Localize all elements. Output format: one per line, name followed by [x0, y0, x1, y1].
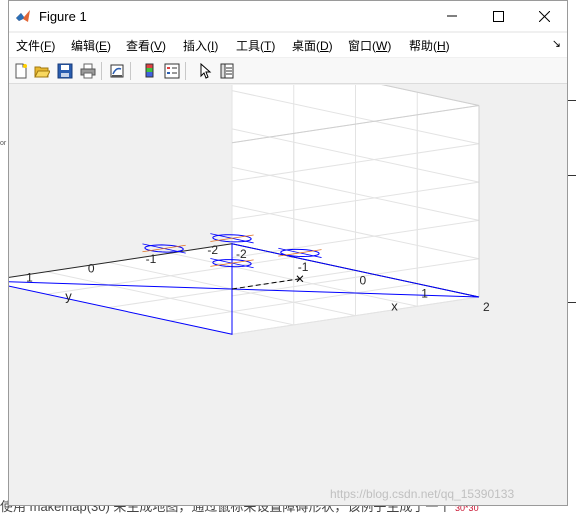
figure-toolbar	[9, 58, 567, 84]
title-bar[interactable]: Figure 1	[9, 1, 567, 31]
print-icon	[80, 63, 96, 79]
y-tick-label: -2	[207, 243, 218, 257]
property-inspector-icon	[220, 63, 234, 79]
save-button[interactable]	[55, 61, 75, 81]
maximize-button[interactable]	[475, 1, 521, 31]
print-button[interactable]	[78, 61, 98, 81]
x-tick-label: 2	[483, 300, 490, 314]
new-figure-icon	[15, 63, 27, 79]
menu-bar: 文件(F) 编辑(E) 查看(V) 插入(I) 工具(T) 桌面(D) 窗口(W…	[9, 33, 567, 57]
x-tick-label: 0	[360, 273, 367, 287]
y-tick-label: 0	[88, 261, 95, 275]
insert-colorbar-button[interactable]	[140, 61, 160, 81]
link-plot-button[interactable]	[107, 61, 127, 81]
property-inspector-button[interactable]	[217, 61, 237, 81]
minimize-icon	[447, 15, 457, 17]
background-left-fragment: or	[0, 140, 7, 147]
menu-tools[interactable]: 工具(T)	[236, 37, 275, 54]
menu-edit[interactable]: 编辑(E)	[71, 37, 111, 54]
menu-file[interactable]: 文件(F)	[16, 37, 55, 54]
new-figure-button[interactable]	[11, 61, 31, 81]
menu-help[interactable]: 帮助(H)	[409, 37, 450, 54]
csdn-watermark: https://blog.csdn.net/qq_15390133	[330, 487, 515, 501]
x-tick-label: 1	[421, 287, 428, 301]
edit-plot-arrow-icon	[200, 63, 212, 79]
minimize-button[interactable]	[429, 1, 475, 31]
menu-view[interactable]: 查看(V)	[126, 37, 166, 54]
background-right-edge	[568, 40, 576, 440]
menu-insert[interactable]: 插入(I)	[183, 37, 218, 54]
open-file-icon	[34, 66, 50, 78]
matlab-logo-icon	[16, 10, 30, 22]
x-tick-label: -1	[298, 260, 309, 274]
toolbar-separator	[185, 62, 186, 80]
y-tick-label: 1	[26, 271, 33, 285]
close-icon	[538, 10, 550, 22]
figure-window: Figure 1 文件(F) 编辑(E) 查看(V) 插入(I) 工具(T) 桌…	[8, 0, 568, 506]
menu-desktop[interactable]: 桌面(D)	[292, 37, 333, 54]
link-plot-icon	[110, 64, 124, 78]
insert-colorbar-icon	[145, 63, 154, 78]
maximize-icon	[492, 10, 504, 22]
menu-window[interactable]: 窗口(W)	[348, 37, 391, 54]
y-axis-label: y	[65, 288, 72, 303]
save-icon	[57, 63, 73, 79]
toolbar-separator	[130, 62, 131, 80]
x-axis-label: x	[391, 298, 398, 313]
insert-legend-button[interactable]	[162, 61, 182, 81]
close-button[interactable]	[521, 1, 567, 31]
x-tick-label: -2	[236, 247, 247, 261]
dock-figure-icon[interactable]: ↘	[552, 37, 561, 50]
y-tick-label: -1	[146, 252, 157, 266]
3d-plot-axes[interactable]: 0246810-2-1012-2-1012z (height above gro…	[9, 85, 567, 505]
window-title: Figure 1	[39, 9, 87, 24]
toolbar-separator	[101, 62, 102, 80]
open-file-button[interactable]	[32, 61, 52, 81]
insert-legend-icon	[164, 63, 180, 79]
plot-area[interactable]: 0246810-2-1012-2-1012z (height above gro…	[9, 85, 567, 505]
edit-plot-button[interactable]	[195, 61, 215, 81]
